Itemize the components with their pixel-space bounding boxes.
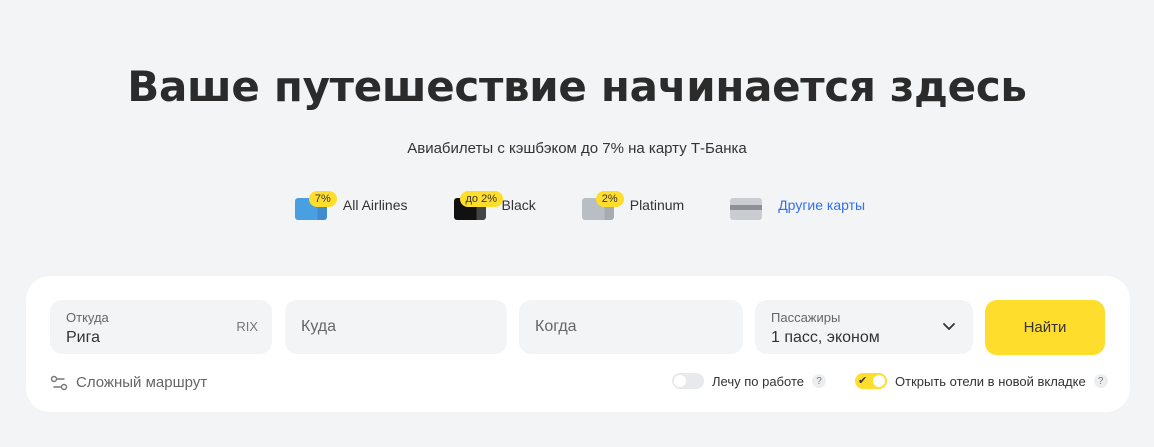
- open-hotels-label: Открыть отели в новой вкладке: [895, 373, 1086, 389]
- from-airport-code: RIX: [236, 319, 258, 334]
- from-field-label: Откуда: [66, 310, 109, 325]
- complex-route-link[interactable]: Сложный маршрут: [50, 374, 207, 391]
- card-black[interactable]: до 2% Black: [453, 190, 536, 220]
- work-trip-option: Лечу по работе ?: [672, 373, 826, 389]
- date-field[interactable]: Когда: [519, 300, 743, 354]
- work-trip-label: Лечу по работе: [712, 373, 804, 389]
- open-hotels-option: ✔ Открыть отели в новой вкладке ?: [855, 373, 1108, 389]
- date-field-placeholder: Когда: [535, 318, 577, 335]
- card-other-icon: [730, 190, 768, 220]
- card-black-icon: до 2%: [453, 190, 503, 220]
- to-field-placeholder: Куда: [301, 318, 337, 335]
- complex-route-label: Сложный маршрут: [76, 374, 208, 391]
- search-panel: Откуда Рига RIX Куда Когда Пассажиры 1 п…: [26, 276, 1130, 412]
- cashback-cards-row: 7% All Airlines до 2% Black 2% Platinum …: [0, 190, 1154, 220]
- help-icon[interactable]: ?: [811, 374, 826, 388]
- card-other[interactable]: Другие карты: [730, 190, 865, 220]
- passengers-dropdown[interactable]: Пассажиры 1 пасс, эконом: [755, 300, 973, 354]
- cashback-badge: 2%: [595, 191, 624, 207]
- to-field[interactable]: Куда: [285, 300, 507, 354]
- card-blue-icon: 7%: [294, 190, 337, 220]
- route-icon: [50, 375, 68, 390]
- from-field-value: Рига: [66, 329, 100, 346]
- search-button[interactable]: Найти: [985, 300, 1105, 355]
- card-label: Black: [501, 197, 536, 213]
- cashback-badge: до 2%: [459, 191, 503, 207]
- card-platinum[interactable]: 2% Platinum: [581, 190, 685, 220]
- help-icon[interactable]: ?: [1093, 374, 1108, 388]
- card-label: All Airlines: [342, 197, 408, 213]
- check-icon: ✔: [858, 375, 868, 387]
- card-shape: [730, 198, 763, 220]
- work-trip-toggle[interactable]: [672, 373, 704, 389]
- card-gray-icon: 2%: [581, 190, 624, 220]
- from-field[interactable]: Откуда Рига RIX: [50, 300, 272, 354]
- passengers-label: Пассажиры: [771, 310, 841, 325]
- passengers-value: 1 пасс, эконом: [771, 329, 880, 346]
- open-hotels-toggle[interactable]: ✔: [855, 373, 887, 389]
- other-cards-link[interactable]: Другие карты: [778, 197, 865, 213]
- page-subtitle: Авиабилеты с кэшбэком до 7% на карту Т-Б…: [407, 140, 747, 157]
- card-label: Platinum: [629, 197, 685, 213]
- chevron-down-icon: [943, 323, 955, 330]
- page-title: Ваше путешествие начинается здесь: [127, 62, 1027, 111]
- card-all-airlines[interactable]: 7% All Airlines: [294, 190, 408, 220]
- cashback-badge: 7%: [308, 191, 337, 207]
